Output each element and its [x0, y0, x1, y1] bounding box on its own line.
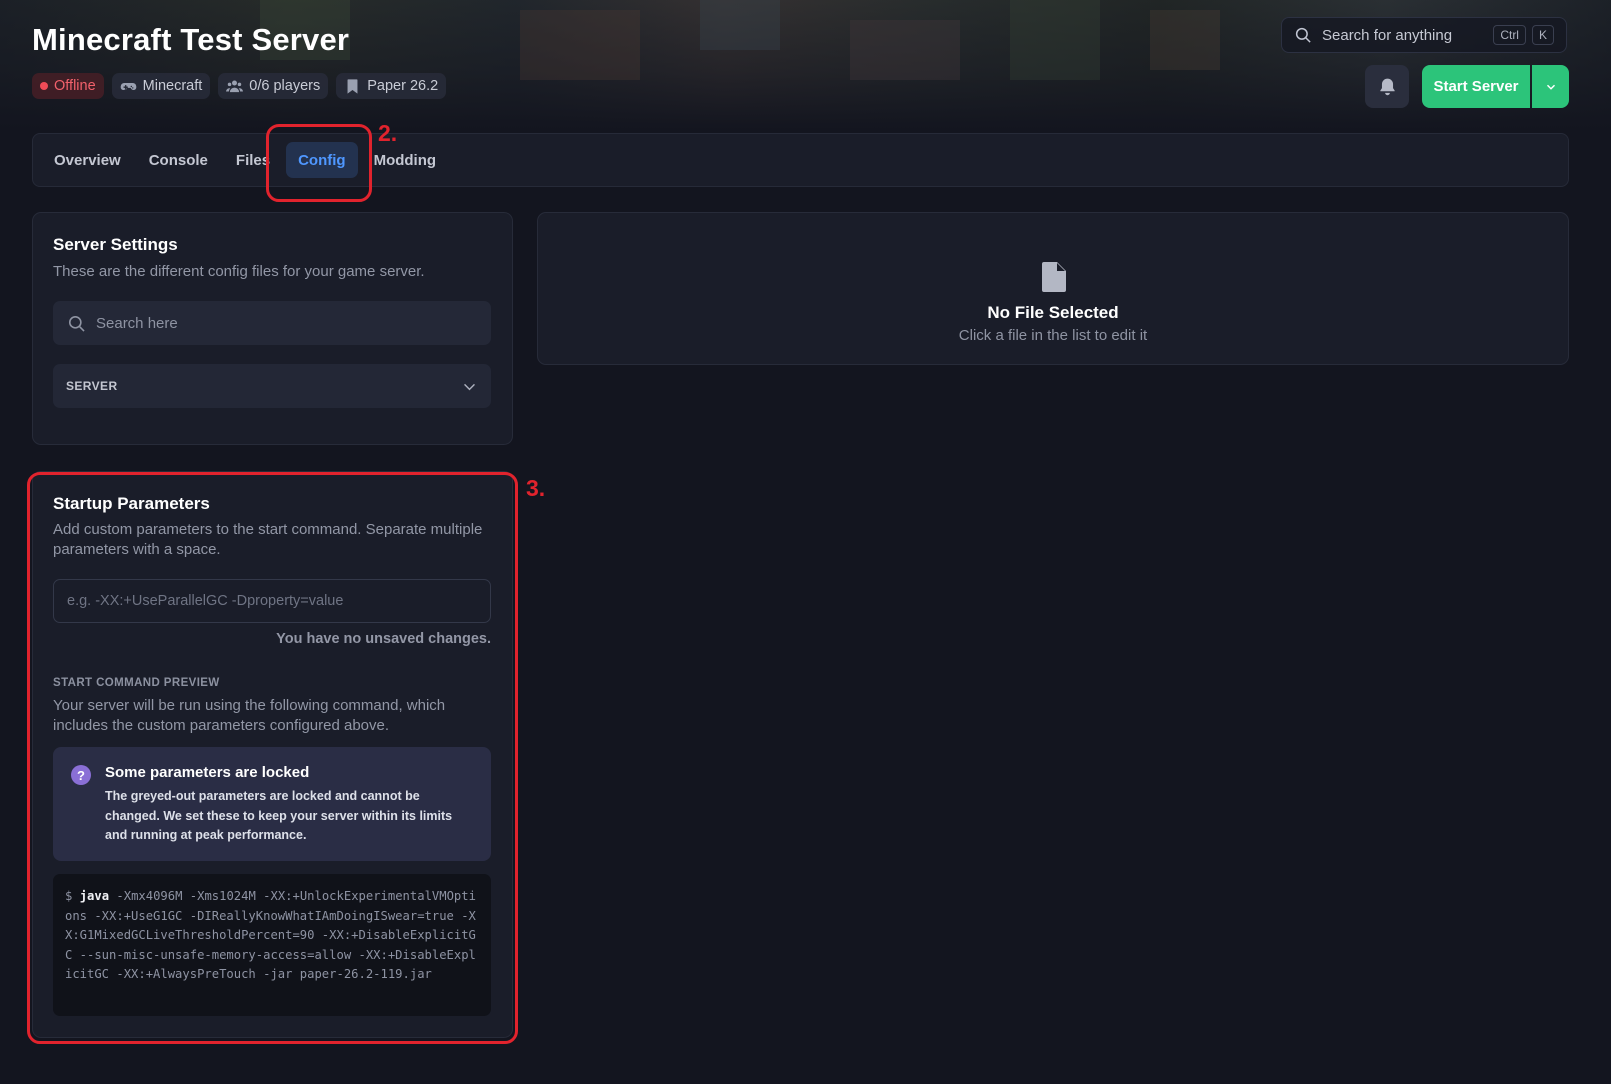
status-label: Offline — [54, 78, 96, 94]
config-search-placeholder: Search here — [96, 314, 178, 332]
search-icon — [1295, 27, 1311, 43]
server-settings-subtitle: These are the different config files for… — [53, 263, 425, 280]
version-label: Paper 26.2 — [367, 78, 439, 94]
global-search[interactable]: Search for anything Ctrl K — [1281, 17, 1567, 53]
search-icon — [68, 315, 85, 332]
no-file-title: No File Selected — [987, 303, 1119, 322]
tab-console[interactable]: Console — [137, 142, 220, 178]
empty-file-wrapper — [1042, 262, 1066, 297]
tab-overview[interactable]: Overview — [42, 142, 133, 178]
game-badge: Minecraft — [111, 73, 211, 99]
server-group-label: SERVER — [66, 379, 118, 393]
players-label: 0/6 players — [249, 78, 321, 94]
chevron-down-icon — [1546, 84, 1555, 90]
server-group-dropdown[interactable]: SERVER — [53, 364, 491, 408]
server-badges: Offline Minecraft 0/6 players Paper 26.2 — [32, 73, 447, 99]
shortcut-ctrl: Ctrl — [1493, 25, 1526, 45]
gamepad-icon — [120, 82, 136, 90]
annotation-label-tab: 2. — [378, 120, 398, 146]
bell-icon — [1379, 78, 1395, 96]
status-badge: Offline — [32, 73, 104, 99]
start-server-button[interactable]: Start Server — [1422, 65, 1530, 108]
tab-bar: Overview Console Files Config Modding — [32, 133, 1569, 187]
file-editor-panel: No File Selected Click a file in the lis… — [537, 212, 1569, 365]
config-search-input[interactable]: Search here — [53, 301, 491, 345]
bookmark-icon — [347, 78, 358, 94]
shortcut-k: K — [1531, 25, 1554, 45]
players-badge: 0/6 players — [218, 73, 329, 99]
server-settings-card: Server Settings These are the different … — [32, 212, 513, 445]
annotation-label-startup: 3. — [526, 475, 546, 501]
file-icon — [1042, 262, 1066, 292]
notifications-button[interactable] — [1365, 65, 1409, 108]
status-dot — [40, 82, 48, 90]
version-badge: Paper 26.2 — [336, 73, 447, 99]
page-title: Minecraft Test Server — [32, 22, 350, 57]
game-label: Minecraft — [142, 78, 203, 94]
annotation-box-tab — [266, 124, 372, 202]
global-search-label: Search for anything — [1322, 26, 1453, 44]
chevron-down-icon — [464, 383, 475, 390]
no-file-hint: Click a file in the list to edit it — [958, 327, 1148, 344]
server-settings-title: Server Settings — [53, 235, 178, 254]
tab-modding[interactable]: Modding — [362, 142, 448, 178]
start-options-button[interactable] — [1532, 65, 1569, 108]
annotation-box-startup — [27, 472, 518, 1044]
users-icon — [226, 79, 244, 92]
